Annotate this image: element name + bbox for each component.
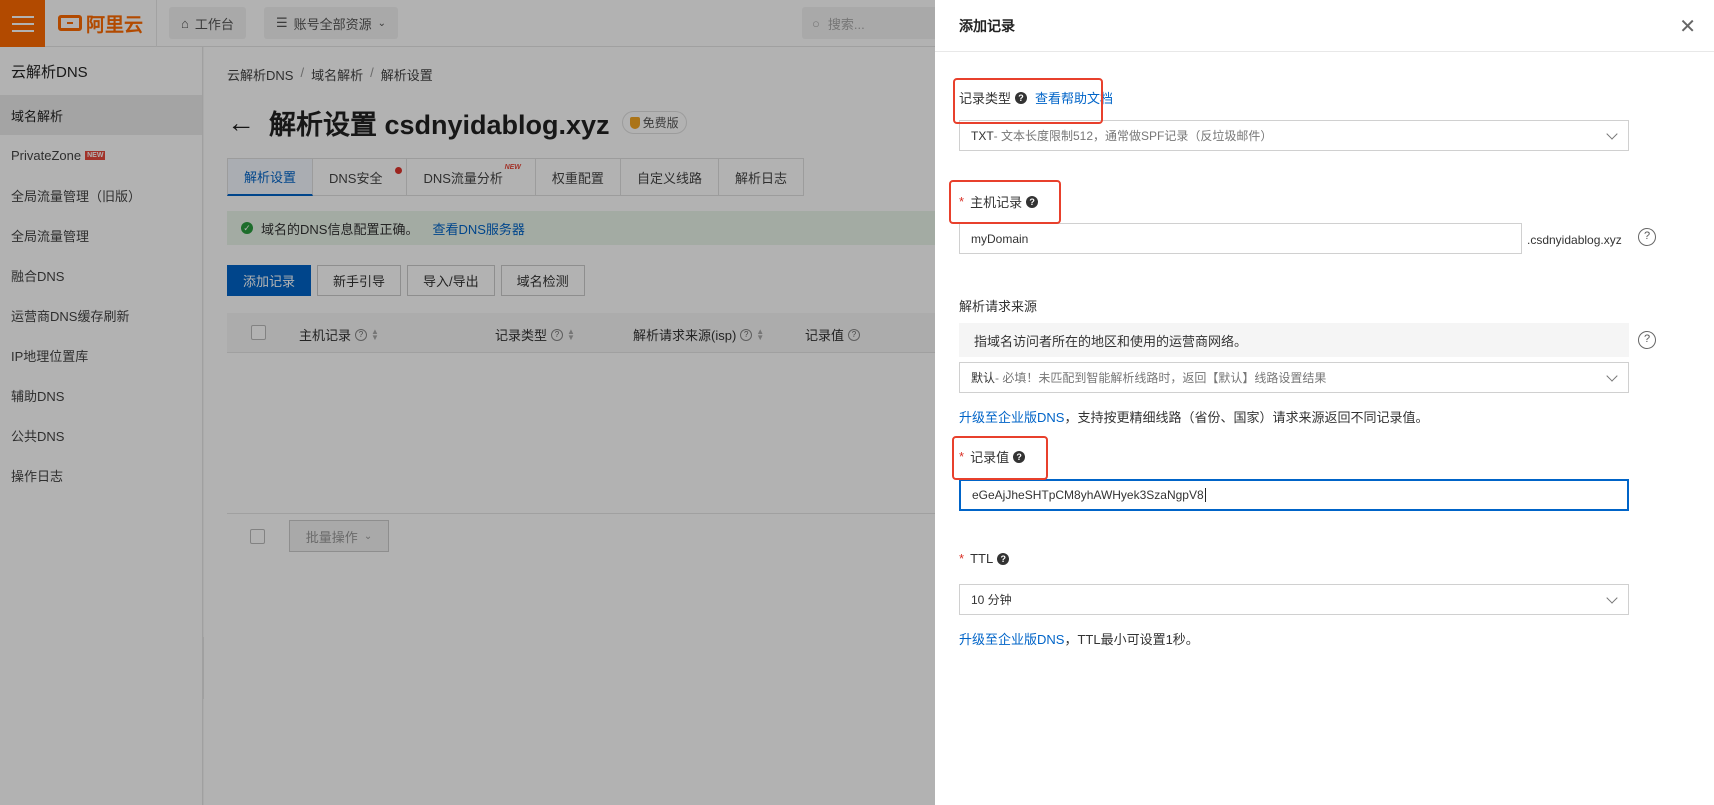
question-circle-icon[interactable]: ?	[1638, 228, 1656, 246]
ttl-select[interactable]: 10 分钟	[959, 584, 1629, 615]
annotation-box	[952, 436, 1048, 480]
text-caret	[1204, 488, 1206, 502]
select-description: - 文本长度限制512，通常做SPF记录（反垃圾邮件）	[993, 129, 1273, 143]
upgrade-enterprise-link[interactable]: 升级至企业版DNS	[959, 410, 1064, 425]
request-source-tip: 指域名访问者所在的地区和使用的运营商网络。	[959, 323, 1629, 357]
request-source-label: 解析请求来源	[959, 296, 1037, 315]
chevron-down-icon	[1606, 592, 1618, 604]
record-value-input[interactable]: eGeAjJheSHTpCM8yhAWHyek3SzaNgpV8	[959, 479, 1629, 511]
select-description: - 必填！未匹配到智能解析线路时，返回【默认】线路设置结果	[995, 371, 1327, 385]
required-mark: *	[959, 551, 965, 566]
label-text: TTL	[970, 551, 994, 566]
ttl-label: * TTL ?	[959, 551, 1010, 566]
upgrade-enterprise-link[interactable]: 升级至企业版DNS	[959, 632, 1064, 647]
add-record-drawer: 添加记录 ✕ 记录类型 ? 查看帮助文档 TXT - 文本长度限制512，通常做S…	[935, 0, 1714, 805]
annotation-box	[953, 78, 1103, 124]
annotation-box	[949, 180, 1061, 224]
select-value: 10 分钟	[971, 593, 1012, 607]
input-value: myDomain	[971, 231, 1029, 246]
drawer-title: 添加记录	[935, 0, 1714, 52]
hint-text: ，支持按更精细线路（省份、国家）请求来源返回不同记录值。	[1064, 410, 1429, 425]
input-value: eGeAjJheSHTpCM8yhAWHyek3SzaNgpV8	[972, 488, 1204, 502]
request-source-select[interactable]: 默认 - 必填！未匹配到智能解析线路时，返回【默认】线路设置结果	[959, 362, 1629, 393]
question-circle-icon[interactable]: ?	[1638, 331, 1656, 349]
label-text: 解析请求来源	[959, 299, 1038, 314]
record-type-select[interactable]: TXT - 文本长度限制512，通常做SPF记录（反垃圾邮件）	[959, 120, 1629, 151]
host-record-input[interactable]: myDomain	[959, 223, 1522, 254]
close-icon[interactable]: ✕	[1679, 14, 1696, 39]
chevron-down-icon	[1606, 128, 1618, 140]
ttl-hint: 升级至企业版DNS，TTL最小可设置1秒。	[959, 629, 1199, 648]
help-icon[interactable]: ?	[997, 552, 1010, 565]
select-value: 默认	[971, 371, 996, 385]
request-source-hint: 升级至企业版DNS，支持按更精细线路（省份、国家）请求来源返回不同记录值。	[959, 407, 1428, 426]
hint-text: ，TTL最小可设置1秒。	[1064, 632, 1199, 647]
domain-suffix: .csdnyidablog.xyz	[1527, 233, 1622, 247]
chevron-down-icon	[1606, 370, 1618, 382]
select-value: TXT	[971, 128, 994, 143]
